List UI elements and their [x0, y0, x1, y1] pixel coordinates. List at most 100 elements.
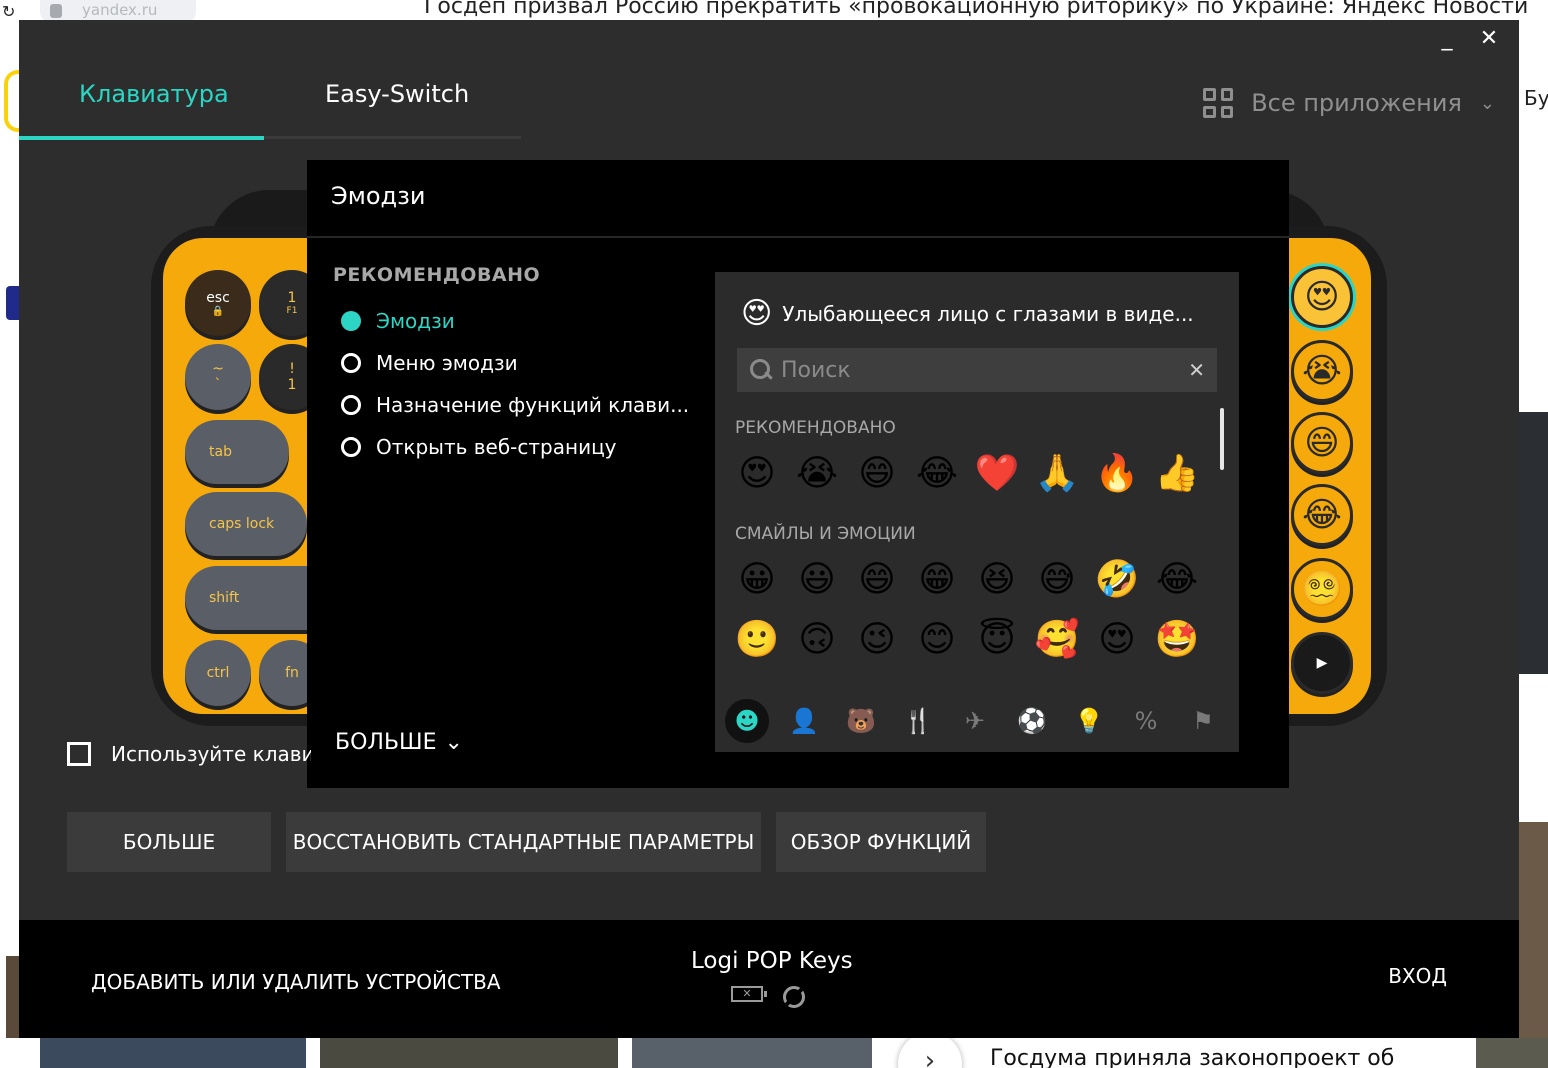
emoji-row-recommended: 😍 😭 😄 😂 ❤️ 🙏 🔥 👍 [735, 452, 1199, 496]
key-esc[interactable]: esc 🔒 [185, 270, 251, 336]
connection-icon [778, 981, 810, 1013]
device-name: Logi POP Keys [691, 948, 853, 974]
tab-keyboard[interactable]: Клавиатура [79, 80, 229, 108]
key-ctrl[interactable]: ctrl [185, 640, 251, 706]
emoji-scrollbar[interactable] [1220, 408, 1224, 470]
emoji-key-5[interactable]: 😵‍💫 [1291, 558, 1353, 620]
more-button[interactable]: БОЛЬШЕ [67, 812, 271, 872]
emoji-cell[interactable]: 🤣 [1095, 558, 1140, 602]
option-open-webpage[interactable]: Открыть веб-страницу [341, 426, 689, 468]
battery-icon: ✕ [731, 986, 767, 1002]
emoji-key-1[interactable]: 😍 [1291, 266, 1353, 328]
emoji-cell[interactable]: 🥰 [1035, 618, 1080, 662]
lock-icon: 🔒 [211, 305, 225, 317]
selected-emoji-glyph: 😍 [741, 296, 773, 331]
emoji-assignment-popup: Эмодзи РЕКОМЕНДОВАНО Эмодзи Меню эмодзи … [307, 160, 1289, 788]
emoji-key-4[interactable]: 😂 [1291, 484, 1353, 546]
radio-button[interactable] [341, 437, 361, 457]
emoji-category-label: СМАЙЛЫ И ЭМОЦИИ [735, 524, 916, 544]
background-logo-fragment [6, 286, 20, 320]
emoji-cell[interactable]: 😍 [1095, 618, 1139, 662]
radio-button[interactable] [341, 353, 361, 373]
emoji-cell[interactable]: 😂 [915, 452, 959, 496]
app-selector-dropdown[interactable]: Все приложения ⌄ [1203, 88, 1495, 118]
option-emoji[interactable]: Эмодзи [341, 300, 689, 342]
login-link[interactable]: ВХОД [1388, 964, 1447, 988]
news-headline[interactable]: Госдума приняла законопроект об [990, 1046, 1394, 1068]
emoji-cell[interactable]: 😅 [1035, 558, 1079, 602]
emoji-cell[interactable]: 😊 [915, 618, 959, 662]
emoji-cell[interactable]: 🤩 [1155, 618, 1200, 662]
emoji-cell[interactable]: 😃 [795, 558, 839, 602]
use-keys-checkbox[interactable] [67, 742, 91, 766]
activities-icon[interactable]: ⚽ [1010, 699, 1054, 743]
emoji-cell[interactable]: 🙃 [795, 618, 839, 662]
emoji-cell[interactable]: 🙂 [735, 618, 780, 662]
lock-icon [50, 4, 62, 18]
chevron-down-icon: ⌄ [444, 730, 463, 755]
key-label: ! [289, 361, 295, 377]
option-emoji-menu[interactable]: Меню эмодзи [341, 342, 689, 384]
people-icon[interactable]: 👤 [782, 699, 826, 743]
selected-emoji: 😍 Улыбающееся лицо с глазами в виде... [741, 296, 1194, 331]
emoji-row-smileys: 😀 😃 😄 😁 😆 😅 🤣 😂 [735, 558, 1199, 602]
use-keys-label: Используйте клавиши [111, 742, 311, 766]
emoji-cell[interactable]: 😇 [975, 618, 1019, 662]
device-status: ✕ [731, 981, 810, 1013]
key-caps-lock[interactable]: caps lock [185, 492, 307, 556]
reload-icon[interactable]: ↻ [2, 2, 15, 21]
news-thumbnail[interactable] [632, 1038, 872, 1068]
emoji-cell[interactable]: 😄 [855, 558, 899, 602]
clear-search-icon[interactable]: ✕ [1188, 358, 1205, 382]
radio-button[interactable] [341, 311, 361, 331]
key-tab[interactable]: tab [185, 420, 289, 484]
animals-icon[interactable]: 🐻 [839, 699, 883, 743]
browser-url-pill[interactable]: yandex.ru [40, 0, 196, 22]
news-thumbnail[interactable] [320, 1038, 618, 1068]
emoji-cell[interactable]: 😆 [975, 558, 1019, 602]
add-remove-devices-link[interactable]: ДОБАВИТЬ ИЛИ УДАЛИТЬ УСТРОЙСТВА [91, 970, 501, 994]
news-thumbnail[interactable] [40, 1038, 306, 1068]
emoji-cell[interactable]: 👍 [1155, 452, 1200, 496]
emoji-search-box: ✕ [737, 348, 1217, 392]
flags-icon[interactable]: ⚑ [1181, 699, 1225, 743]
emoji-cell[interactable]: 😁 [915, 558, 959, 602]
emoji-key-2[interactable]: 😭 [1291, 340, 1353, 402]
emoji-cell[interactable]: 😭 [795, 452, 839, 496]
news-thumbnail[interactable] [1476, 1038, 1548, 1068]
emoji-key-3[interactable]: 😄 [1291, 412, 1353, 474]
device-footer: ДОБАВИТЬ ИЛИ УДАЛИТЬ УСТРОЙСТВА Logi POP… [19, 920, 1519, 1038]
emoji-cell[interactable]: ❤️ [975, 452, 1020, 496]
emoji-cell[interactable]: 😉 [855, 618, 899, 662]
objects-icon[interactable]: 💡 [1067, 699, 1111, 743]
recommended-section-label: РЕКОМЕНДОВАНО [333, 264, 541, 286]
feature-overview-button[interactable]: ОБЗОР ФУНКЦИЙ [776, 812, 986, 872]
emoji-cell[interactable]: 😄 [855, 452, 899, 496]
close-button[interactable]: ✕ [1479, 26, 1499, 51]
food-icon[interactable]: 🍴 [896, 699, 940, 743]
minimize-button[interactable]: _ [1437, 26, 1457, 51]
symbols-icon[interactable]: % [1124, 699, 1168, 743]
emoji-search-input[interactable] [781, 357, 1189, 383]
background-photo [1519, 412, 1548, 674]
restore-defaults-button[interactable]: ВОССТАНОВИТЬ СТАНДАРТНЫЕ ПАРАМЕТРЫ [286, 812, 761, 872]
search-icon [749, 358, 773, 382]
option-label: Эмодзи [376, 309, 455, 333]
key-tilde[interactable]: ~ ` [185, 344, 251, 410]
logi-options-window: _ ✕ Клавиатура Easy-Switch Все приложени… [19, 20, 1519, 1038]
background-text-fragment: Бу [1524, 86, 1548, 110]
option-key-assignment[interactable]: Назначение функций клави... [341, 384, 689, 426]
tab-easy-switch[interactable]: Easy-Switch [325, 80, 469, 108]
option-label: Назначение функций клави... [376, 393, 690, 417]
emoji-cell[interactable]: 😍 [735, 452, 779, 496]
more-options-toggle[interactable]: БОЛЬШЕ ⌄ [335, 730, 463, 755]
radio-button[interactable] [341, 395, 361, 415]
emoji-cell[interactable]: 😂 [1155, 558, 1199, 602]
travel-icon[interactable]: ✈ [953, 699, 997, 743]
emoji-cell[interactable]: 🔥 [1095, 452, 1140, 496]
emoji-cell[interactable]: 🙏 [1035, 452, 1080, 496]
emoji-cell[interactable]: 😀 [735, 558, 779, 602]
smileys-icon[interactable]: ☻ [725, 699, 769, 743]
play-key[interactable]: ▶ [1291, 632, 1353, 694]
active-tab-indicator [19, 136, 264, 140]
